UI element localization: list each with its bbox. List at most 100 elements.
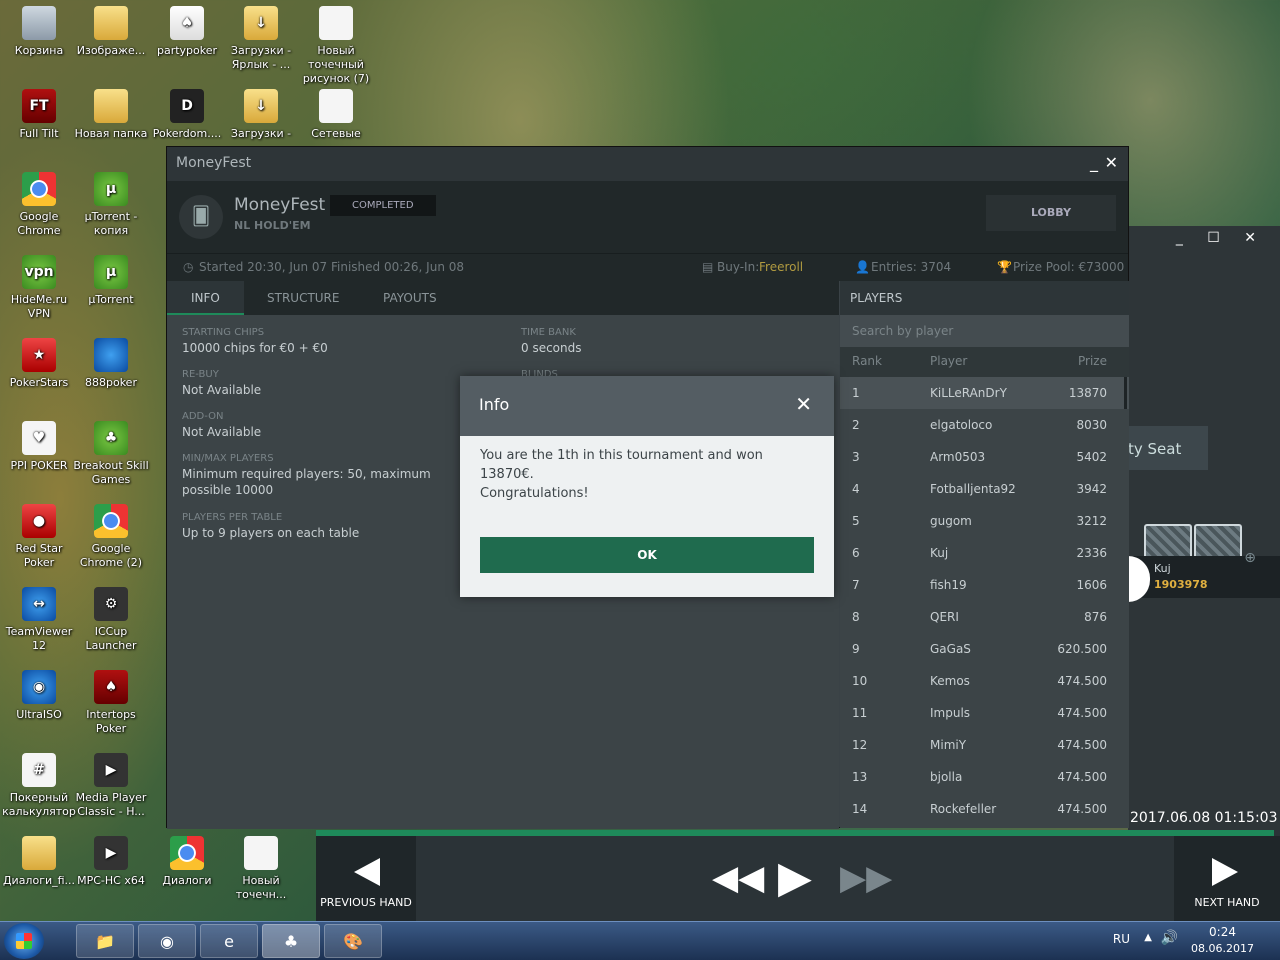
desktop-icon-hideme-vpn[interactable]: vpn HideMe.ru VPN <box>0 255 78 321</box>
field-value: Not Available <box>182 383 262 397</box>
desktop-icon-red-star-poker[interactable]: ● Red Star Poker <box>0 504 78 570</box>
empty-seat-button[interactable]: ty Seat <box>1128 426 1208 470</box>
desktop-icon-full-tilt[interactable]: FT Full Tilt <box>0 89 78 141</box>
tab-info[interactable]: INFO <box>167 281 244 315</box>
col-prize[interactable]: Prize <box>1078 354 1107 368</box>
window-titlebar[interactable]: MoneyFest _ ✕ <box>167 147 1128 181</box>
minimize-button[interactable]: _ <box>1090 153 1098 172</box>
scrollbar-thumb[interactable] <box>1124 377 1127 409</box>
desktop-icon-new-bitmap[interactable]: Новый точечн... <box>222 836 300 902</box>
desktop-icon-media-player-classic[interactable]: ▶ Media Player Classic - H... <box>72 753 150 819</box>
avatar <box>1128 556 1150 602</box>
player-search-input[interactable]: Search by player <box>840 315 1129 347</box>
desktop-icon-downloads-shortcut[interactable]: ↓ Загрузки - Ярлык - ... <box>222 6 300 72</box>
fast-forward-icon[interactable]: ▶▶ <box>840 858 892 898</box>
desktop-icon-new-bitmap-7[interactable]: Новый точечный рисунок (7) <box>297 6 375 86</box>
desktop-icon-network[interactable]: Сетевые <box>297 89 375 141</box>
clock-date[interactable]: 08.06.2017 <box>1191 942 1254 955</box>
cards-logo-icon: 🂠 <box>179 195 223 239</box>
col-rank[interactable]: Rank <box>852 354 882 368</box>
table-row[interactable]: 3 Arm0503 5402 <box>840 441 1129 473</box>
desktop-icon-ultraiso[interactable]: ◉ UltraISO <box>0 670 78 722</box>
previous-hand-button[interactable]: PREVIOUS HAND <box>316 836 416 922</box>
play-icon[interactable]: ▶ <box>778 852 812 903</box>
table-row[interactable]: 14 Rockefeller 474.500 <box>840 793 1129 825</box>
table-row[interactable]: 2 elgatoloco 8030 <box>840 409 1129 441</box>
lobby-button[interactable]: LOBBY <box>986 195 1116 231</box>
field-label: PLAYERS PER TABLE <box>182 512 283 523</box>
table-row[interactable]: 8 QERI 876 <box>840 601 1129 633</box>
field-value: Not Available <box>182 425 262 439</box>
desktop-icon-pokerdom[interactable]: D Pokerdom.... <box>148 89 226 141</box>
desktop-icon-teamviewer[interactable]: ↔ TeamViewer 12 <box>0 587 78 653</box>
tray-expand-icon[interactable]: ▲ <box>1144 932 1152 943</box>
next-hand-button[interactable]: NEXT HAND <box>1174 836 1280 922</box>
desktop-icon-utorrent[interactable]: µ µTorrent <box>72 255 150 307</box>
player-seat: Kuj 1903978 ⊕ <box>1128 550 1280 602</box>
folder-icon <box>94 6 128 40</box>
red-star-poker-icon: ● <box>22 504 56 538</box>
table-row[interactable]: 6 Kuj 2336 <box>840 537 1129 569</box>
replay-progress[interactable] <box>316 830 1274 836</box>
taskbar-explorer[interactable]: 📁 <box>76 924 134 958</box>
desktop-icon-iccup-launcher[interactable]: ⚙ ICCup Launcher <box>72 587 150 653</box>
add-icon[interactable]: ⊕ <box>1244 550 1256 566</box>
desktop-icon-google-chrome-2[interactable]: Google Chrome (2) <box>72 504 150 570</box>
desktop-icon-breakout-skill-games[interactable]: ♣ Breakout Skill Games <box>72 421 150 487</box>
window-controls[interactable]: _ ☐ ✕ <box>1176 230 1266 246</box>
volume-icon[interactable]: 🔊 <box>1161 930 1178 946</box>
player-name: GaGaS <box>930 642 971 656</box>
desktop-icon-888poker[interactable]: 888poker <box>72 338 150 390</box>
desktop-icon-new-folder[interactable]: Новая папка <box>72 89 150 141</box>
table-row[interactable]: 5 gugom 3212 <box>840 505 1129 537</box>
tab-structure[interactable]: STRUCTURE <box>243 281 363 315</box>
desktop-icon-google-chrome[interactable]: Google Chrome <box>0 172 78 238</box>
desktop-icon-recycle-bin[interactable]: Корзина <box>0 6 78 58</box>
desktop-icon-intertops-poker[interactable]: ♠ Intertops Poker <box>72 670 150 736</box>
clock-time[interactable]: 0:24 <box>1209 925 1236 939</box>
desktop-icon-utorrent-copy[interactable]: µ µTorrent - копия <box>72 172 150 238</box>
desktop-icon-partypoker[interactable]: ♠ partypoker <box>148 6 226 58</box>
dialog-close-icon[interactable]: ✕ <box>795 392 812 416</box>
desktop-icon-label: partypoker <box>156 44 218 57</box>
taskbar-poker-client[interactable]: ♣ <box>262 924 320 958</box>
table-row[interactable]: 11 Impuls 474.500 <box>840 697 1129 729</box>
start-button[interactable] <box>4 923 44 959</box>
ok-button[interactable]: OK <box>480 537 814 573</box>
folder-shortcut-icon: ↓ <box>244 89 278 123</box>
player-prize: 3212 <box>1076 514 1107 528</box>
language-indicator[interactable]: RU <box>1113 932 1130 946</box>
close-button[interactable]: ✕ <box>1105 153 1118 172</box>
taskbar-ie[interactable]: e <box>200 924 258 958</box>
taskbar-chrome[interactable]: ◉ <box>138 924 196 958</box>
desktop-icon-images[interactable]: Изображе... <box>72 6 150 58</box>
desktop-icon-dialogs-fi[interactable]: Диалоги_fi... <box>0 836 78 888</box>
desktop-icon-label: Изображе... <box>76 44 146 57</box>
player-name: Rockefeller <box>930 802 997 816</box>
table-row[interactable]: 4 Fotballjenta92 3942 <box>840 473 1129 505</box>
desktop-icon-ppi-poker[interactable]: ♥ PPI POKER <box>0 421 78 473</box>
tab-payouts[interactable]: PAYOUTS <box>359 281 461 315</box>
desktop-icon-downloads[interactable]: ↓ Загрузки - <box>222 89 300 141</box>
desktop-icon-poker-calculator[interactable]: # Покерный калькулятор <box>0 753 78 819</box>
table-row[interactable]: 10 Kemos 474.500 <box>840 665 1129 697</box>
calculator-icon: # <box>22 753 56 787</box>
col-player[interactable]: Player <box>930 354 967 368</box>
player-name: Kemos <box>930 674 970 688</box>
player-prize: 5402 <box>1076 450 1107 464</box>
replayer-window: _ ☐ ✕ ty Seat Kuj 1903978 ⊕ 2017.06.08 0… <box>1128 226 1280 830</box>
rewind-icon[interactable]: ◀◀ <box>712 858 764 898</box>
player-rank: 8 <box>852 610 860 624</box>
desktop-icon-pokerstars[interactable]: ★ PokerStars <box>0 338 78 390</box>
taskbar-paint[interactable]: 🎨 <box>324 924 382 958</box>
desktop-icon-dialogs[interactable]: Диалоги <box>148 836 226 888</box>
table-row[interactable]: 7 fish19 1606 <box>840 569 1129 601</box>
player-rank: 12 <box>852 738 868 752</box>
table-row[interactable]: 9 GaGaS 620.500 <box>840 633 1129 665</box>
previous-icon <box>354 858 380 886</box>
table-row[interactable]: 1 KiLLeRAnDrY 13870 <box>840 377 1129 409</box>
desktop-icon-mpc-hc-x64[interactable]: ▶ MPC-HC x64 <box>72 836 150 888</box>
table-row[interactable]: 12 MimiY 474.500 <box>840 729 1129 761</box>
desktop-icon-label: Загрузки - Ярлык - ... <box>230 44 292 71</box>
table-row[interactable]: 13 bjolla 474.500 <box>840 761 1129 793</box>
